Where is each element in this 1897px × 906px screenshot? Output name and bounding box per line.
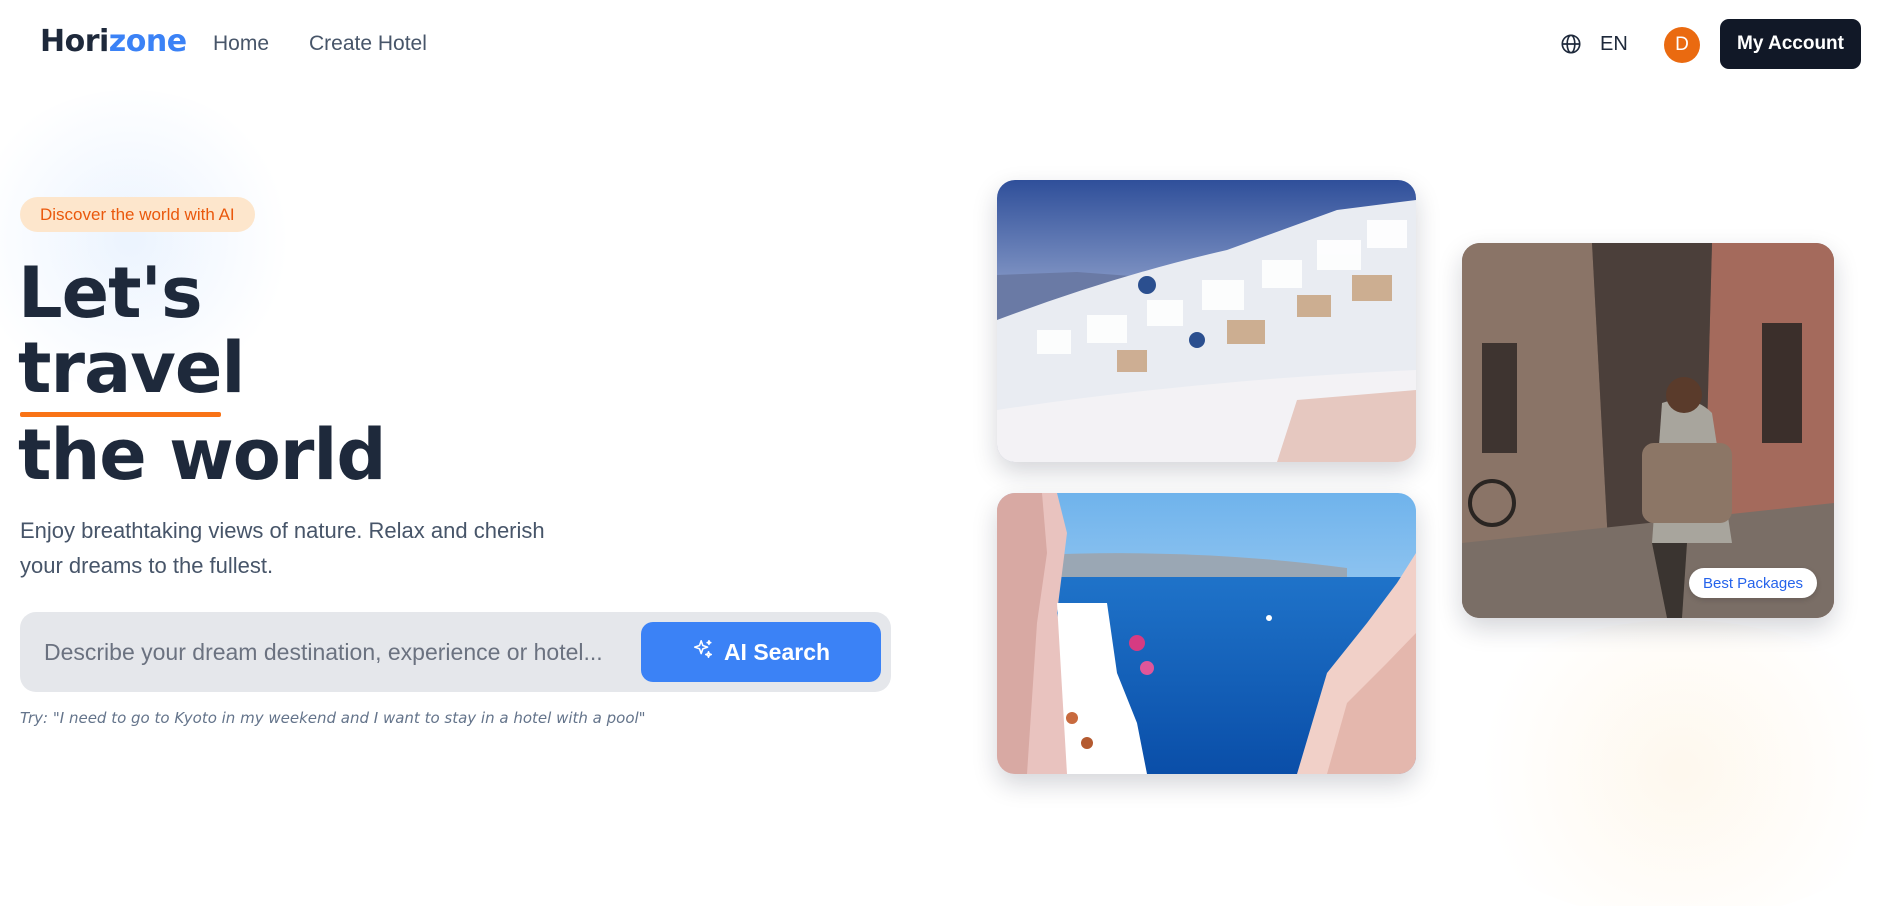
search-input[interactable] [44, 632, 624, 672]
search-hint: Try: "I need to go to Kyoto in my weeken… [20, 709, 646, 727]
santorini-village-photo [997, 180, 1416, 462]
avatar[interactable]: D [1664, 27, 1700, 63]
headline-line-2: travel [18, 327, 245, 409]
ai-search-bar: AI Search [20, 612, 891, 692]
ai-search-button-label: AI Search [723, 638, 831, 665]
top-navigation-bar: Horizone Home Create Hotel EN D My Accou… [0, 0, 1897, 88]
headline-line-3: the world [18, 414, 387, 496]
hero-description: Enjoy breathtaking views of nature. Rela… [20, 513, 580, 583]
logo-text-accent: zone [108, 24, 187, 59]
hero-description-line-1: Enjoy breathtaking views of nature. Rela… [20, 518, 545, 543]
ai-search-button[interactable]: AI Search [641, 622, 881, 682]
hero-description-line-2: your dreams to the fullest. [20, 553, 274, 578]
language-selector[interactable]: EN [1600, 33, 1628, 56]
nav-create-hotel-link[interactable]: Create Hotel [309, 32, 427, 56]
my-account-button[interactable]: My Account [1720, 19, 1861, 69]
nav-home-link[interactable]: Home [213, 32, 269, 56]
hero-tag-pill: Discover the world with AI [20, 197, 255, 232]
santorini-sea-photo [997, 493, 1416, 774]
headline-line-1: Let's [18, 252, 203, 334]
logo-text-primary: Hori [40, 24, 109, 59]
traveler-alley-photo [1462, 243, 1834, 618]
best-packages-badge[interactable]: Best Packages [1689, 568, 1818, 598]
logo[interactable]: Horizone [40, 24, 187, 59]
globe-icon[interactable] [1560, 33, 1582, 55]
sparkle-icon [692, 638, 714, 666]
background-glow-right [1440, 620, 1897, 906]
avatar-initial: D [1675, 34, 1689, 55]
